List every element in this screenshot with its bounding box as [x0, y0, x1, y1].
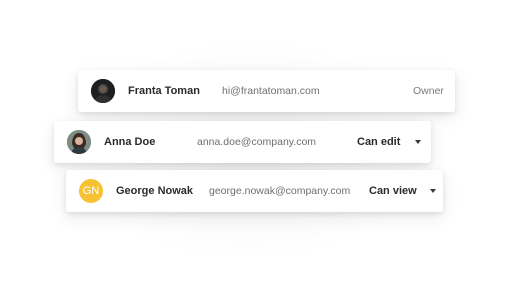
chevron-down-icon — [429, 189, 436, 193]
person-photo-icon — [91, 79, 115, 103]
permission-value: Can view — [369, 185, 417, 197]
permission-value: Can edit — [357, 136, 401, 148]
user-row-franta: Franta Toman hi@frantatoman.com Owner — [78, 70, 455, 112]
share-stage: Franta Toman hi@frantatoman.com Owner An… — [0, 0, 509, 299]
avatar-initials: GN — [79, 179, 103, 203]
chevron-down-icon — [415, 140, 422, 144]
avatar-anna — [67, 130, 91, 154]
user-name: George Nowak — [116, 185, 194, 197]
permission-dropdown[interactable]: Can edit — [357, 136, 422, 148]
user-email: anna.doe@company.com — [197, 136, 317, 148]
owner-label: Owner — [413, 85, 444, 97]
user-email: hi@frantatoman.com — [222, 85, 320, 97]
user-name: Franta Toman — [128, 85, 200, 97]
user-row-anna: Anna Doe anna.doe@company.com Can edit — [54, 121, 431, 163]
person-photo-icon — [67, 130, 91, 154]
user-name: Anna Doe — [104, 136, 156, 148]
permission-dropdown[interactable]: Can view — [369, 185, 436, 197]
user-row-george: GN George Nowak george.nowak@company.com… — [66, 170, 443, 212]
avatar-franta — [91, 79, 115, 103]
user-email: george.nowak@company.com — [209, 185, 351, 197]
